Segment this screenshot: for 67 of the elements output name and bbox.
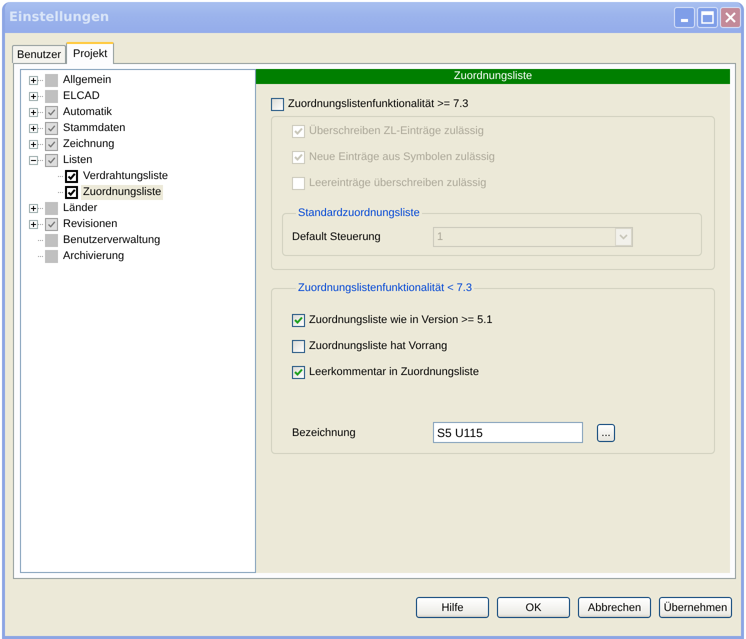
checkbox-label: Überschreiben ZL-Einträge zulässig <box>309 125 484 137</box>
tab[interactable]: Benutzer <box>12 45 66 63</box>
checkmark-icon <box>294 316 303 324</box>
checkbox-label: Leerkommentar in Zuordnungsliste <box>309 366 479 378</box>
checkbox[interactable] <box>271 98 284 110</box>
expand-icon[interactable] <box>29 124 38 132</box>
checkbox[interactable] <box>45 122 58 134</box>
expand-icon[interactable] <box>29 204 38 212</box>
tree-item[interactable]: Benutzerverwaltung <box>61 232 162 248</box>
group-title: Zuordnungslistenfunktionalität < 7.3 <box>297 282 473 294</box>
expand-icon[interactable] <box>29 108 38 116</box>
input-field[interactable]: S5 U115 <box>433 422 583 443</box>
checkbox[interactable] <box>45 250 58 262</box>
field-label: Bezeichnung <box>292 426 357 438</box>
expand-icon[interactable] <box>29 220 38 228</box>
checkbox[interactable] <box>45 138 58 150</box>
checkbox-label: Leereinträge überschreiben zulässig <box>309 177 486 189</box>
tree-item[interactable]: ELCAD <box>61 88 102 104</box>
expand-icon[interactable] <box>29 92 38 100</box>
checkmark-icon <box>294 126 303 136</box>
tree-item[interactable]: Verdrahtungsliste <box>81 168 170 184</box>
tree-item[interactable]: Zeichnung <box>61 136 116 152</box>
field-label: Default Steuerung <box>292 231 382 243</box>
checkbox[interactable] <box>65 170 78 182</box>
maximize-icon <box>701 11 714 24</box>
tree-item[interactable]: Zuordnungsliste <box>81 184 164 200</box>
close-button[interactable] <box>720 7 741 28</box>
checkbox[interactable] <box>45 74 58 86</box>
browse-button[interactable]: ... <box>597 424 615 442</box>
chevron-down-icon <box>619 234 628 240</box>
dialog-button[interactable]: Hilfe <box>416 597 489 618</box>
checkbox[interactable] <box>45 234 58 246</box>
tree-item[interactable]: Allgemein <box>61 72 114 88</box>
collapse-icon[interactable] <box>29 156 38 164</box>
tree-item[interactable]: Automatik <box>61 104 114 120</box>
tree-item[interactable]: Stammdaten <box>61 120 128 136</box>
checkbox[interactable] <box>45 106 58 118</box>
dialog-button[interactable]: Abbrechen <box>578 597 651 618</box>
dialog-button[interactable]: OK <box>497 597 570 618</box>
checkbox-label: Zuordnungsliste hat Vorrang <box>309 340 448 352</box>
close-icon <box>724 11 737 24</box>
checkbox[interactable] <box>45 202 58 214</box>
checkbox-label: Neue Einträge aus Symbolen zulässig <box>309 151 495 163</box>
tab[interactable]: Projekt <box>66 42 114 64</box>
checkmark-icon <box>294 152 303 162</box>
minimize-button[interactable] <box>674 7 695 28</box>
window-title: Einstellungen <box>9 10 110 25</box>
checkbox[interactable] <box>292 314 305 326</box>
checkbox[interactable] <box>45 218 58 230</box>
checkbox[interactable] <box>292 366 305 378</box>
checkmark-icon <box>294 368 303 376</box>
expand-icon[interactable] <box>29 140 38 148</box>
tree-item[interactable]: Listen <box>61 152 94 168</box>
checkbox[interactable] <box>292 340 305 352</box>
tree-item[interactable]: Archivierung <box>61 248 126 264</box>
checkbox[interactable] <box>65 186 78 198</box>
checkbox-label: Zuordnungsliste wie in Version >= 5.1 <box>309 314 492 326</box>
dialog-button[interactable]: Übernehmen <box>659 597 732 618</box>
tree-item[interactable]: Länder <box>61 200 100 216</box>
group-title: Standardzuordnungsliste <box>297 207 421 219</box>
checkbox-label: Zuordnungslistenfunktionalität >= 7.3 <box>288 98 468 110</box>
checkbox[interactable] <box>45 154 58 166</box>
checkbox[interactable] <box>45 90 58 102</box>
tree-item[interactable]: Revisionen <box>61 216 120 232</box>
expand-icon[interactable] <box>29 76 38 84</box>
panel-header: Zuordnungsliste <box>256 69 730 84</box>
maximize-button[interactable] <box>697 7 718 28</box>
